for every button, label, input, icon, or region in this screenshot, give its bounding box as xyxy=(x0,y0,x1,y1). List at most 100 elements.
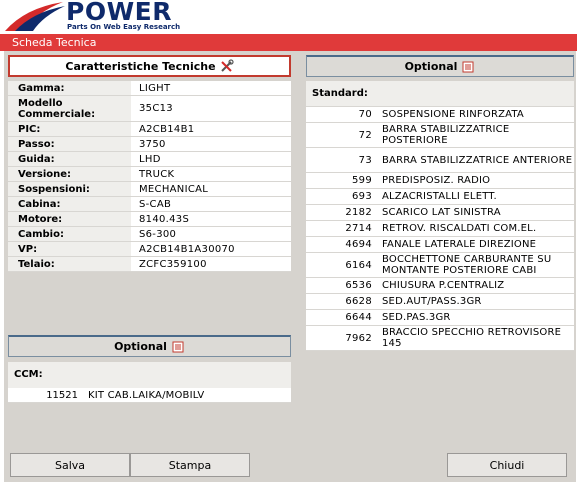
list-item: 7962 BRACCIO SPECCHIO RETROVISORE 145 xyxy=(306,326,574,351)
option-desc: CHIUSURA P.CENTRALIZ xyxy=(382,280,505,291)
option-code: 6536 xyxy=(345,280,372,291)
optional-ccm-title: Optional xyxy=(114,340,167,353)
spec-row-versione: Versione: TRUCK xyxy=(8,167,291,182)
close-button[interactable]: Chiudi xyxy=(447,453,567,477)
optional-ccm-table: CCM: 11521 KIT CAB.LAIKA/MOBILV xyxy=(8,362,291,403)
option-code: 2182 xyxy=(345,207,372,218)
optional-standard-title: Optional xyxy=(404,60,458,73)
list-item: 2182 SCARICO LAT SINISTRA xyxy=(306,205,574,221)
list-item: 6628 SED.AUT/PASS.3GR xyxy=(306,294,574,310)
logo-bar: POWER Parts On Web Easy Research xyxy=(0,0,577,34)
option-desc: SCARICO LAT SINISTRA xyxy=(382,207,501,218)
option-desc: KIT CAB.LAIKA/MOBILV xyxy=(88,389,205,401)
spec-value: LIGHT xyxy=(139,82,171,94)
option-desc: BARRA STABILIZZATRICE POSTERIORE xyxy=(382,124,510,146)
option-code: 11521 xyxy=(46,389,78,401)
option-code: 73 xyxy=(358,154,372,166)
option-code: 4694 xyxy=(345,239,372,250)
option-desc: PREDISPOSIZ. RADIO xyxy=(382,175,491,186)
document-icon xyxy=(171,340,185,354)
spec-value: A2CB14B1 xyxy=(139,123,195,135)
spec-value: S6-300 xyxy=(139,228,177,240)
spec-row-sospensioni: Sospensioni: MECHANICAL xyxy=(8,182,291,197)
option-desc: BRACCIO SPECCHIO RETROVISORE 145 xyxy=(382,327,562,349)
spec-value: LHD xyxy=(139,153,161,165)
optional-standard-table: Standard: 70 SOSPENSIONE RINFORZATA 72 B… xyxy=(306,81,574,351)
spec-row-passo: Passo: 3750 xyxy=(8,137,291,152)
spec-value: TRUCK xyxy=(139,168,175,180)
spec-value: MECHANICAL xyxy=(139,183,209,195)
spec-row-gamma: Gamma: LIGHT xyxy=(8,81,291,96)
spec-value: 35C13 xyxy=(139,103,173,114)
specs-title: Caratteristiche Tecniche xyxy=(65,59,216,73)
spec-value: ZCFC359100 xyxy=(139,258,207,270)
option-code: 2714 xyxy=(345,223,372,234)
optional-standard-header: Optional xyxy=(306,55,574,77)
option-desc: SED.AUT/PASS.3GR xyxy=(382,296,482,307)
list-item: 72 BARRA STABILIZZATRICE POSTERIORE xyxy=(306,123,574,148)
option-desc: RETROV. RISCALDATI COM.EL. xyxy=(382,223,537,234)
page-title: Scheda Tecnica xyxy=(0,34,577,51)
option-code: 70 xyxy=(358,109,372,120)
list-item: 6644 SED.PAS.3GR xyxy=(306,310,574,326)
option-code: 72 xyxy=(358,129,372,141)
spec-row-telaio: Telaio: ZCFC359100 xyxy=(8,257,291,272)
option-desc: FANALE LATERALE DIREZIONE xyxy=(382,239,537,250)
standard-label: Standard: xyxy=(306,81,574,107)
logo-subtitle: Parts On Web Easy Research xyxy=(67,23,181,31)
spec-value: A2CB14B1A30070 xyxy=(139,243,235,255)
option-desc: ALZACRISTALLI ELETT. xyxy=(382,191,497,202)
option-desc: BARRA STABILIZZATRICE ANTERIORE xyxy=(382,154,573,166)
option-code: 6628 xyxy=(345,296,372,307)
spec-value: 3750 xyxy=(139,138,166,150)
spec-row-cabina: Cabina: S-CAB xyxy=(8,197,291,212)
spec-row-guida: Guida: LHD xyxy=(8,152,291,167)
list-item: 70 SOSPENSIONE RINFORZATA xyxy=(306,107,574,123)
spec-label: PIC: xyxy=(8,122,131,136)
spec-label: Modello Commerciale: xyxy=(8,96,131,121)
spec-row-pic: PIC: A2CB14B1 xyxy=(8,122,291,137)
list-item: 73 BARRA STABILIZZATRICE ANTERIORE xyxy=(306,148,574,173)
tools-icon xyxy=(220,59,234,73)
spec-label: Cabina: xyxy=(8,197,131,211)
option-desc: SOSPENSIONE RINFORZATA xyxy=(382,109,524,120)
power-logo: POWER Parts On Web Easy Research xyxy=(3,0,180,33)
save-button[interactable]: Salva xyxy=(10,453,130,477)
specs-header: Caratteristiche Tecniche xyxy=(8,55,291,77)
spec-label: Motore: xyxy=(8,212,131,226)
spec-label: Versione: xyxy=(8,167,131,181)
spec-label: VP: xyxy=(8,242,131,256)
list-item: 2714 RETROV. RISCALDATI COM.EL. xyxy=(306,221,574,237)
option-code: 6644 xyxy=(345,312,372,323)
spec-row-modello: Modello Commerciale: 35C13 xyxy=(8,96,291,122)
power-swoosh-icon xyxy=(5,2,65,31)
spec-label: Passo: xyxy=(8,137,131,151)
spec-label: Gamma: xyxy=(8,81,131,95)
specs-table: Gamma: LIGHT Modello Commerciale: 35C13 … xyxy=(8,81,291,272)
option-code: 693 xyxy=(352,191,372,202)
list-item: 4694 FANALE LATERALE DIREZIONE xyxy=(306,237,574,253)
option-code: 599 xyxy=(352,175,372,186)
list-item: 599 PREDISPOSIZ. RADIO xyxy=(306,173,574,189)
spec-value: 8140.43S xyxy=(139,213,190,225)
list-item: 6536 CHIUSURA P.CENTRALIZ xyxy=(306,278,574,294)
option-desc: SED.PAS.3GR xyxy=(382,312,451,323)
spec-row-motore: Motore: 8140.43S xyxy=(8,212,291,227)
list-item: 693 ALZACRISTALLI ELETT. xyxy=(306,189,574,205)
print-button[interactable]: Stampa xyxy=(130,453,250,477)
optional-ccm-header: Optional xyxy=(8,335,291,357)
spec-label: Cambio: xyxy=(8,227,131,241)
list-item: 6164 BOCCHETTONE CARBURANTE SU MONTANTE … xyxy=(306,253,574,278)
spec-row-vp: VP: A2CB14B1A30070 xyxy=(8,242,291,257)
option-code: 6164 xyxy=(345,259,372,271)
spec-row-cambio: Cambio: S6-300 xyxy=(8,227,291,242)
spec-label: Sospensioni: xyxy=(8,182,131,196)
list-item: 11521 KIT CAB.LAIKA/MOBILV xyxy=(8,388,291,403)
spec-label: Guida: xyxy=(8,152,131,166)
document-icon xyxy=(461,60,475,74)
spec-value: S-CAB xyxy=(139,198,172,210)
option-code: 7962 xyxy=(345,332,372,344)
ccm-label: CCM: xyxy=(8,362,291,388)
spec-label: Telaio: xyxy=(8,257,131,271)
main-content: Caratteristiche Tecniche Gamma: LIGHT Mo… xyxy=(4,51,576,482)
